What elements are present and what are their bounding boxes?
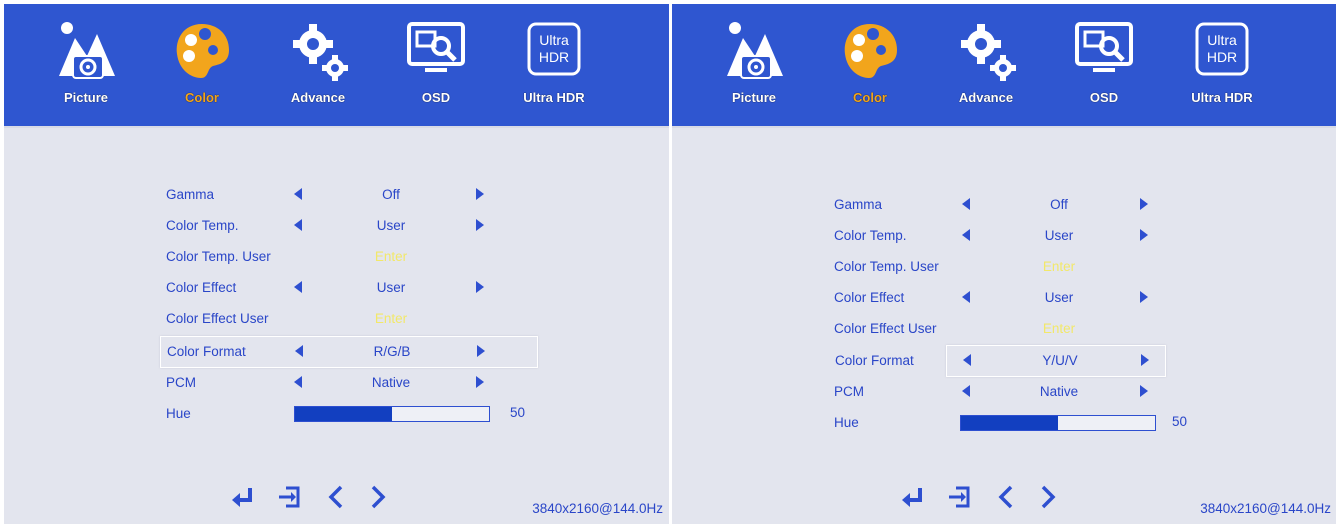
right-arrow-icon[interactable]	[1141, 354, 1149, 366]
osd-panel-left: Picture Color Advance OSD Ultra HDR Ultr…	[4, 4, 669, 524]
menu-label: Hue	[834, 415, 859, 430]
osd-panel-right: Picture Color Advance OSD Ultra HDR Ultr…	[672, 4, 1336, 524]
right-arrow-icon[interactable]	[476, 376, 484, 388]
left-arrow-icon[interactable]	[294, 376, 302, 388]
menu-label: Color Format	[167, 344, 246, 359]
menu-label: Color Temp.	[166, 218, 239, 233]
right-arrow-icon[interactable]	[1140, 385, 1148, 397]
menu-value: Off	[1050, 197, 1068, 212]
color-menu: Gamma Off Color Temp. User Color Temp. U…	[672, 4, 1336, 524]
left-arrow-icon[interactable]	[294, 219, 302, 231]
hue-value: 50	[1172, 414, 1188, 429]
menu-value: Native	[1039, 384, 1079, 399]
menu-value: Native	[371, 375, 411, 390]
right-arrow-icon[interactable]	[476, 219, 484, 231]
enter-action[interactable]: Enter	[331, 249, 451, 264]
menu-row-color-effect[interactable]: Color Effect User	[166, 273, 536, 303]
menu-row-gamma[interactable]: Gamma Off	[834, 190, 1204, 220]
menu-value: R/G/B	[373, 344, 411, 359]
menu-label: Gamma	[834, 197, 883, 212]
menu-row-color-format[interactable]: Color Format R/G/B	[160, 336, 538, 368]
left-arrow-icon[interactable]	[962, 385, 970, 397]
left-nav-icon[interactable]	[324, 484, 350, 510]
menu-label: PCM	[834, 384, 864, 399]
hue-value: 50	[510, 405, 526, 420]
enter-icon[interactable]	[900, 484, 926, 510]
right-arrow-icon[interactable]	[1140, 198, 1148, 210]
hue-slider[interactable]	[960, 415, 1156, 431]
menu-row-pcm[interactable]: PCM Native	[834, 377, 1204, 407]
right-nav-icon[interactable]	[364, 484, 390, 510]
menu-label: Color Temp. User	[834, 259, 939, 274]
left-arrow-icon[interactable]	[294, 188, 302, 200]
hue-slider-fill	[961, 416, 1058, 430]
right-arrow-icon[interactable]	[476, 188, 484, 200]
menu-row-color-temp-user[interactable]: Color Temp. User Enter	[166, 242, 536, 272]
exit-icon[interactable]	[946, 484, 972, 510]
menu-label: PCM	[166, 375, 196, 390]
menu-row-pcm[interactable]: PCM Native	[166, 368, 536, 398]
menu-row-hue[interactable]: Hue 50	[834, 408, 1214, 438]
enter-icon[interactable]	[230, 484, 256, 510]
menu-label: Color Temp.	[834, 228, 907, 243]
menu-label: Hue	[166, 406, 191, 421]
enter-action[interactable]: Enter	[999, 259, 1119, 274]
menu-value: User	[376, 280, 406, 295]
menu-row-color-temp[interactable]: Color Temp. User	[834, 221, 1204, 251]
menu-row-color-effect-user[interactable]: Color Effect User Enter	[166, 304, 536, 334]
left-nav-icon[interactable]	[994, 484, 1020, 510]
menu-row-gamma[interactable]: Gamma Off	[166, 180, 536, 210]
right-arrow-icon[interactable]	[1140, 291, 1148, 303]
left-arrow-icon[interactable]	[963, 354, 971, 366]
resolution-readout: 3840x2160@144.0Hz	[532, 501, 663, 516]
right-arrow-icon[interactable]	[1140, 229, 1148, 241]
menu-label: Color Effect User	[834, 321, 937, 336]
menu-row-color-effect[interactable]: Color Effect User	[834, 283, 1204, 313]
menu-value: User	[1044, 290, 1074, 305]
left-arrow-icon[interactable]	[962, 291, 970, 303]
exit-icon[interactable]	[276, 484, 302, 510]
left-arrow-icon[interactable]	[962, 198, 970, 210]
enter-action[interactable]: Enter	[999, 321, 1119, 336]
enter-action[interactable]: Enter	[331, 311, 451, 326]
menu-row-color-effect-user[interactable]: Color Effect User Enter	[834, 314, 1204, 344]
hue-slider[interactable]	[294, 406, 490, 422]
right-nav-icon[interactable]	[1034, 484, 1060, 510]
menu-row-color-format[interactable]: Color Format Y/U/V	[835, 345, 1166, 377]
menu-value: Y/U/V	[1042, 353, 1078, 368]
right-arrow-icon[interactable]	[476, 281, 484, 293]
left-arrow-icon[interactable]	[295, 345, 303, 357]
menu-row-color-temp[interactable]: Color Temp. User	[166, 211, 536, 241]
menu-label: Color Temp. User	[166, 249, 271, 264]
menu-row-color-temp-user[interactable]: Color Temp. User Enter	[834, 252, 1204, 282]
menu-label: Gamma	[166, 187, 215, 202]
right-arrow-icon[interactable]	[477, 345, 485, 357]
color-menu: Gamma Off Color Temp. User Color Temp. U…	[4, 4, 669, 524]
hue-slider-fill	[295, 407, 392, 421]
left-arrow-icon[interactable]	[962, 229, 970, 241]
menu-label: Color Format	[835, 353, 914, 368]
left-arrow-icon[interactable]	[294, 281, 302, 293]
menu-label: Color Effect	[834, 290, 905, 305]
menu-value: Off	[382, 187, 400, 202]
menu-row-hue[interactable]: Hue 50	[166, 399, 546, 429]
menu-value: User	[376, 218, 406, 233]
resolution-readout: 3840x2160@144.0Hz	[1200, 501, 1331, 516]
menu-label: Color Effect	[166, 280, 237, 295]
menu-value: User	[1044, 228, 1074, 243]
menu-label: Color Effect User	[166, 311, 269, 326]
